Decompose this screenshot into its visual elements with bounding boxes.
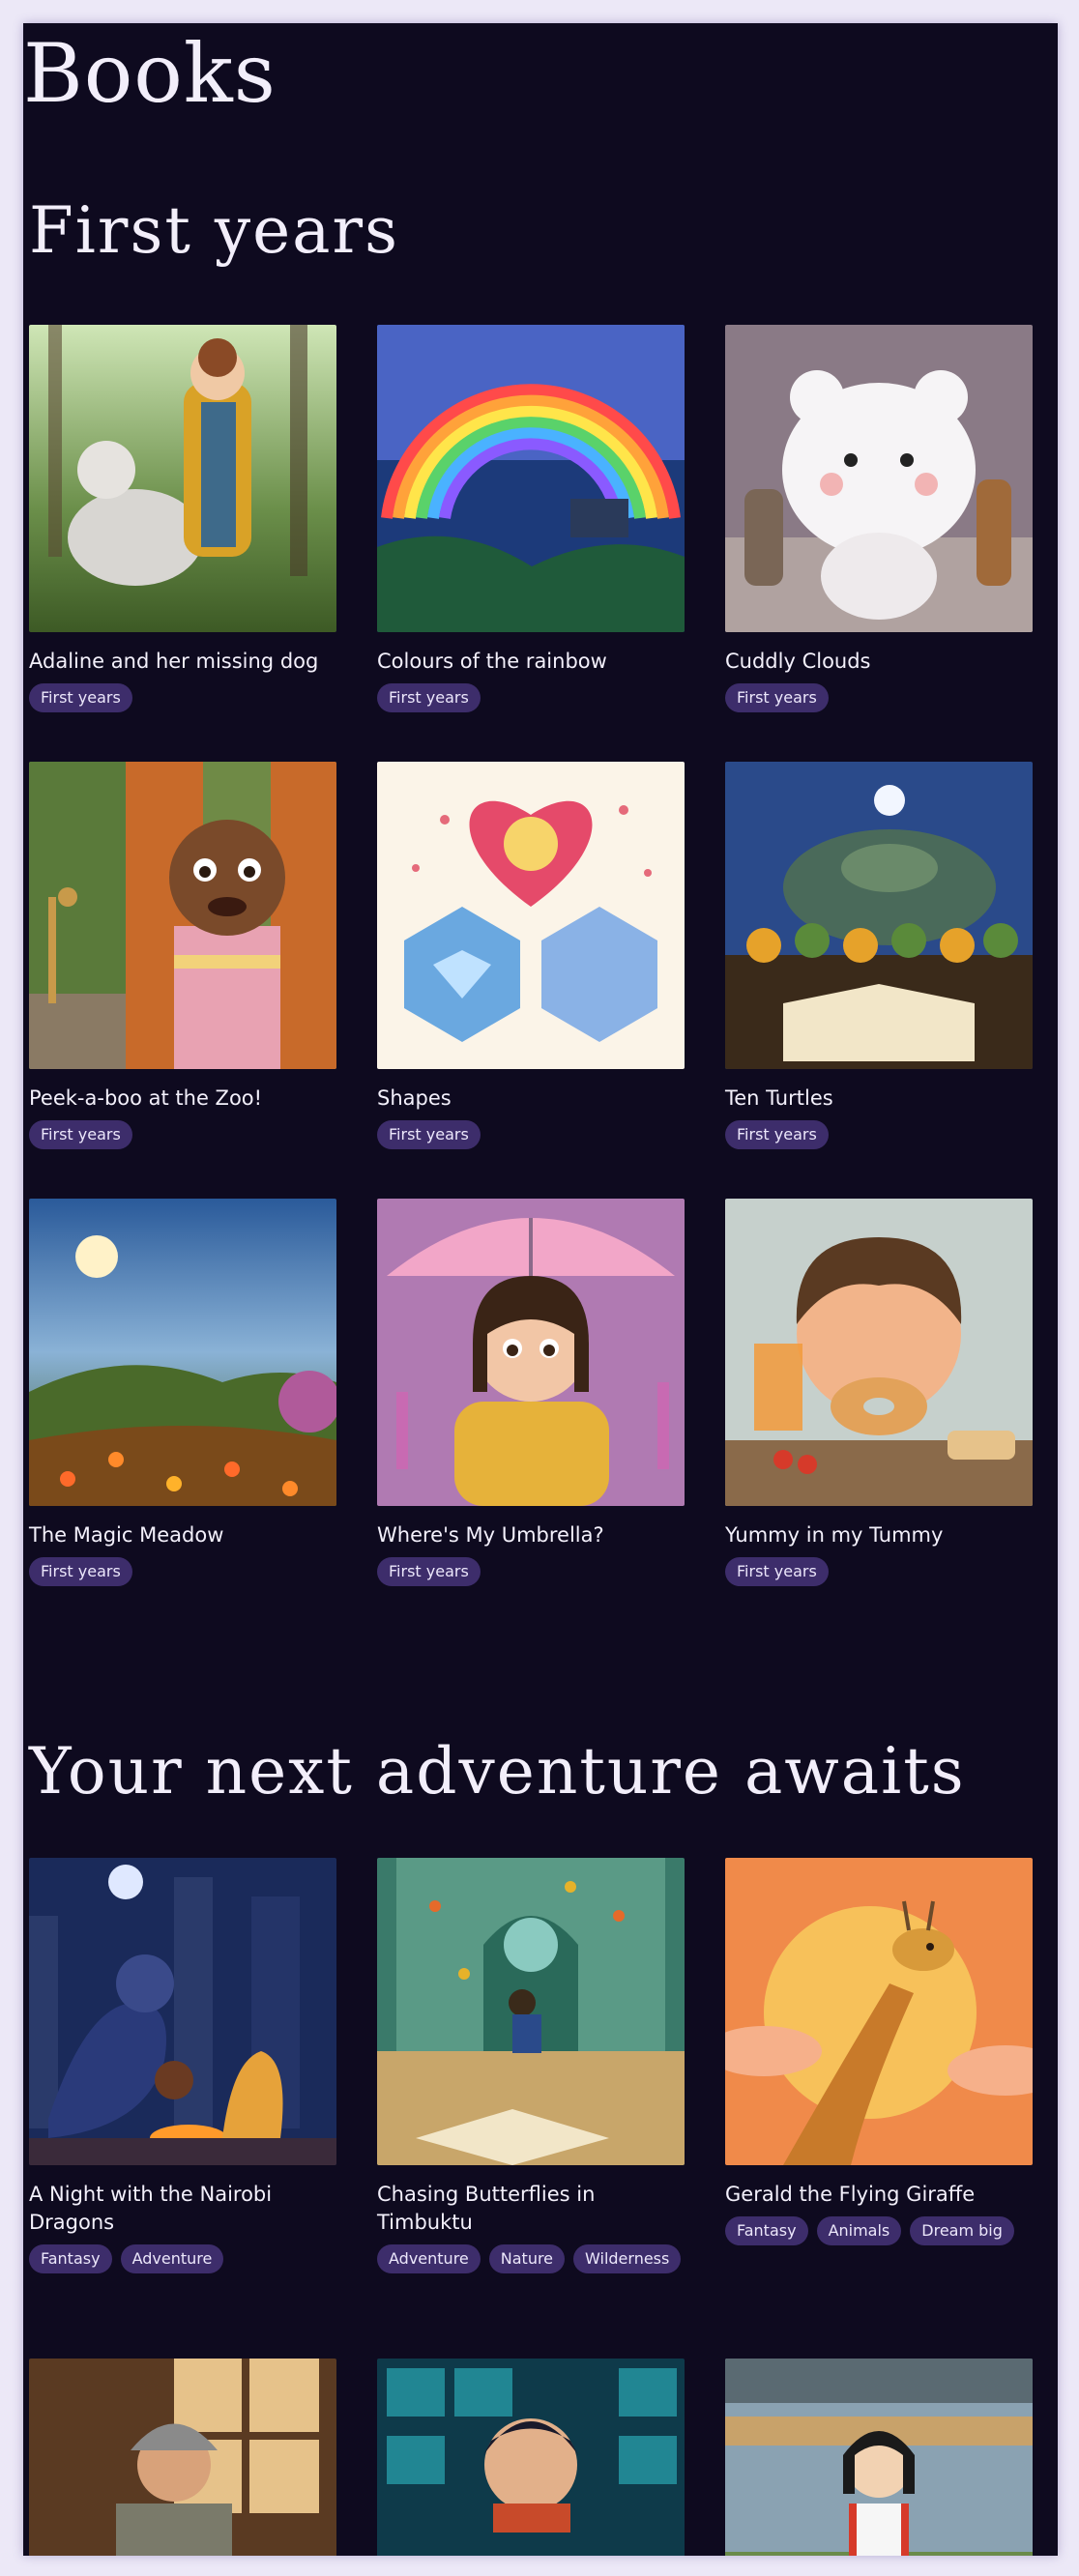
book-cover-image[interactable] xyxy=(725,2359,1033,2556)
book-title[interactable]: Where's My Umbrella? xyxy=(377,1521,685,1549)
tag[interactable]: Animals xyxy=(816,2216,902,2245)
book-tags: First years xyxy=(29,683,336,712)
book-tags: Fantasy Animals Dream big xyxy=(725,2216,1033,2245)
tag[interactable]: First years xyxy=(725,1120,829,1149)
book-card[interactable]: Adaline and her missing dog First years xyxy=(29,325,336,712)
book-tags: First years xyxy=(377,1120,685,1149)
book-tags: Adventure Nature Wilderness xyxy=(377,2244,685,2273)
tag[interactable]: First years xyxy=(377,1120,481,1149)
book-card[interactable]: Chasing Butterflies in Timbuktu Adventur… xyxy=(377,1858,685,2273)
book-title[interactable]: Shapes xyxy=(377,1085,685,1113)
tag[interactable]: First years xyxy=(725,683,829,712)
book-tags: First years xyxy=(725,1557,1033,1586)
book-card[interactable]: Where's My Umbrella? First years xyxy=(377,1199,685,1586)
tag[interactable]: Nature xyxy=(488,2244,566,2273)
book-card[interactable]: Yummy in my Tummy First years xyxy=(725,1199,1033,1586)
book-cover-image[interactable] xyxy=(29,762,336,1069)
book-cover-image[interactable] xyxy=(29,2359,336,2556)
book-cover-image[interactable] xyxy=(377,325,685,632)
book-title[interactable]: Adaline and her missing dog xyxy=(29,648,336,676)
book-title[interactable]: Peek-a-boo at the Zoo! xyxy=(29,1085,336,1113)
book-card[interactable]: Ten Turtles First years xyxy=(725,762,1033,1149)
book-title[interactable]: A Night with the Nairobi Dragons xyxy=(29,2181,336,2237)
section-title-next-adventure: Your next adventure awaits xyxy=(29,1734,966,1809)
book-title[interactable]: Colours of the rainbow xyxy=(377,648,685,676)
book-cover-image[interactable] xyxy=(725,762,1033,1069)
book-title[interactable]: The Magic Meadow xyxy=(29,1521,336,1549)
book-card[interactable]: A Night with the Nairobi Dragons Fantasy… xyxy=(29,1858,336,2273)
tag[interactable]: First years xyxy=(377,1557,481,1586)
book-tags: First years xyxy=(377,1557,685,1586)
book-card[interactable]: Colours of the rainbow First years xyxy=(377,325,685,712)
book-card[interactable] xyxy=(29,2359,336,2556)
book-cover-image[interactable] xyxy=(377,1858,685,2165)
section-title-first-years: First years xyxy=(29,193,399,268)
book-tags: First years xyxy=(29,1557,336,1586)
book-title[interactable]: Chasing Butterflies in Timbuktu xyxy=(377,2181,685,2237)
book-tags: First years xyxy=(725,1120,1033,1149)
book-cover-image[interactable] xyxy=(377,2359,685,2556)
book-cover-image[interactable] xyxy=(725,325,1033,632)
book-tags: First years xyxy=(377,683,685,712)
tag[interactable]: First years xyxy=(377,683,481,712)
tag[interactable]: Adventure xyxy=(377,2244,481,2273)
tag[interactable]: Fantasy xyxy=(725,2216,808,2245)
book-title[interactable]: Ten Turtles xyxy=(725,1085,1033,1113)
book-cover-image[interactable] xyxy=(725,1858,1033,2165)
book-card[interactable] xyxy=(725,2359,1033,2556)
book-cover-image[interactable] xyxy=(377,1199,685,1506)
book-title[interactable]: Cuddly Clouds xyxy=(725,648,1033,676)
tag[interactable]: First years xyxy=(29,1557,132,1586)
tag[interactable]: First years xyxy=(29,683,132,712)
book-card[interactable]: Shapes First years xyxy=(377,762,685,1149)
book-cover-image[interactable] xyxy=(29,1858,336,2165)
book-card[interactable]: Cuddly Clouds First years xyxy=(725,325,1033,712)
tag[interactable]: Dream big xyxy=(910,2216,1014,2245)
books-page: Books First years Adaline and her missin… xyxy=(23,23,1058,2556)
book-card[interactable]: The Magic Meadow First years xyxy=(29,1199,336,1586)
book-tags: First years xyxy=(29,1120,336,1149)
tag[interactable]: First years xyxy=(29,1120,132,1149)
book-tags: Fantasy Adventure xyxy=(29,2244,336,2273)
book-cover-image[interactable] xyxy=(725,1199,1033,1506)
book-card[interactable]: Gerald the Flying Giraffe Fantasy Animal… xyxy=(725,1858,1033,2245)
book-card[interactable]: Peek-a-boo at the Zoo! First years xyxy=(29,762,336,1149)
tag[interactable]: Fantasy xyxy=(29,2244,112,2273)
book-card[interactable] xyxy=(377,2359,685,2556)
page-title: Books xyxy=(23,26,277,121)
tag[interactable]: First years xyxy=(725,1557,829,1586)
tag[interactable]: Wilderness xyxy=(573,2244,682,2273)
book-title[interactable]: Yummy in my Tummy xyxy=(725,1521,1033,1549)
book-title[interactable]: Gerald the Flying Giraffe xyxy=(725,2181,1033,2209)
tag[interactable]: Adventure xyxy=(120,2244,224,2273)
book-cover-image[interactable] xyxy=(29,325,336,632)
book-tags: First years xyxy=(725,683,1033,712)
book-cover-image[interactable] xyxy=(29,1199,336,1506)
book-cover-image[interactable] xyxy=(377,762,685,1069)
